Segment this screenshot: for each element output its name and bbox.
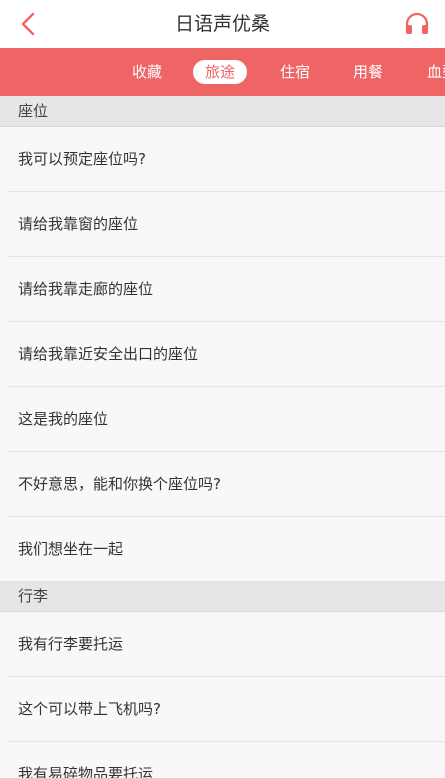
phrase-item[interactable]: 我有行李要托运 [8,612,445,677]
category-tabs: 收藏 旅途 住宿 用餐 血型 [0,48,445,96]
phrase-item[interactable]: 我们想坐在一起 [8,517,445,581]
headphones-icon [405,12,429,34]
phrase-item[interactable]: 请给我靠窗的座位 [8,192,445,257]
phrase-item[interactable]: 这个可以带上飞机吗? [8,677,445,742]
nav-header: 日语声优桑 [0,0,445,48]
phrase-item[interactable]: 我有易碎物品要托运 [8,742,445,778]
chevron-left-icon [21,12,35,36]
phrase-item[interactable]: 我可以预定座位吗? [8,127,445,192]
phrase-item[interactable]: 不好意思，能和你换个座位吗? [8,452,445,517]
tab-dining[interactable]: 用餐 [353,60,383,84]
phrase-item[interactable]: 这是我的座位 [8,387,445,452]
audio-button[interactable] [403,10,431,38]
app-screen: 日语声优桑 收藏 旅途 住宿 用餐 血型 座位 我可以预定座位吗? 请给我靠窗的… [0,0,445,778]
tab-blood-type[interactable]: 血型 [427,60,445,84]
back-button[interactable] [14,10,42,38]
phrase-item[interactable]: 请给我靠近安全出口的座位 [8,322,445,387]
tab-lodging[interactable]: 住宿 [280,60,310,84]
tab-travel[interactable]: 旅途 [193,60,248,84]
phrase-list[interactable]: 座位 我可以预定座位吗? 请给我靠窗的座位 请给我靠走廊的座位 请给我靠近安全出… [0,96,445,778]
page-title: 日语声优桑 [174,13,270,35]
section-header-seats: 座位 [0,96,445,127]
section-header-luggage: 行李 [0,581,445,612]
phrase-item[interactable]: 请给我靠走廊的座位 [8,257,445,322]
tab-favorites[interactable]: 收藏 [132,60,162,84]
